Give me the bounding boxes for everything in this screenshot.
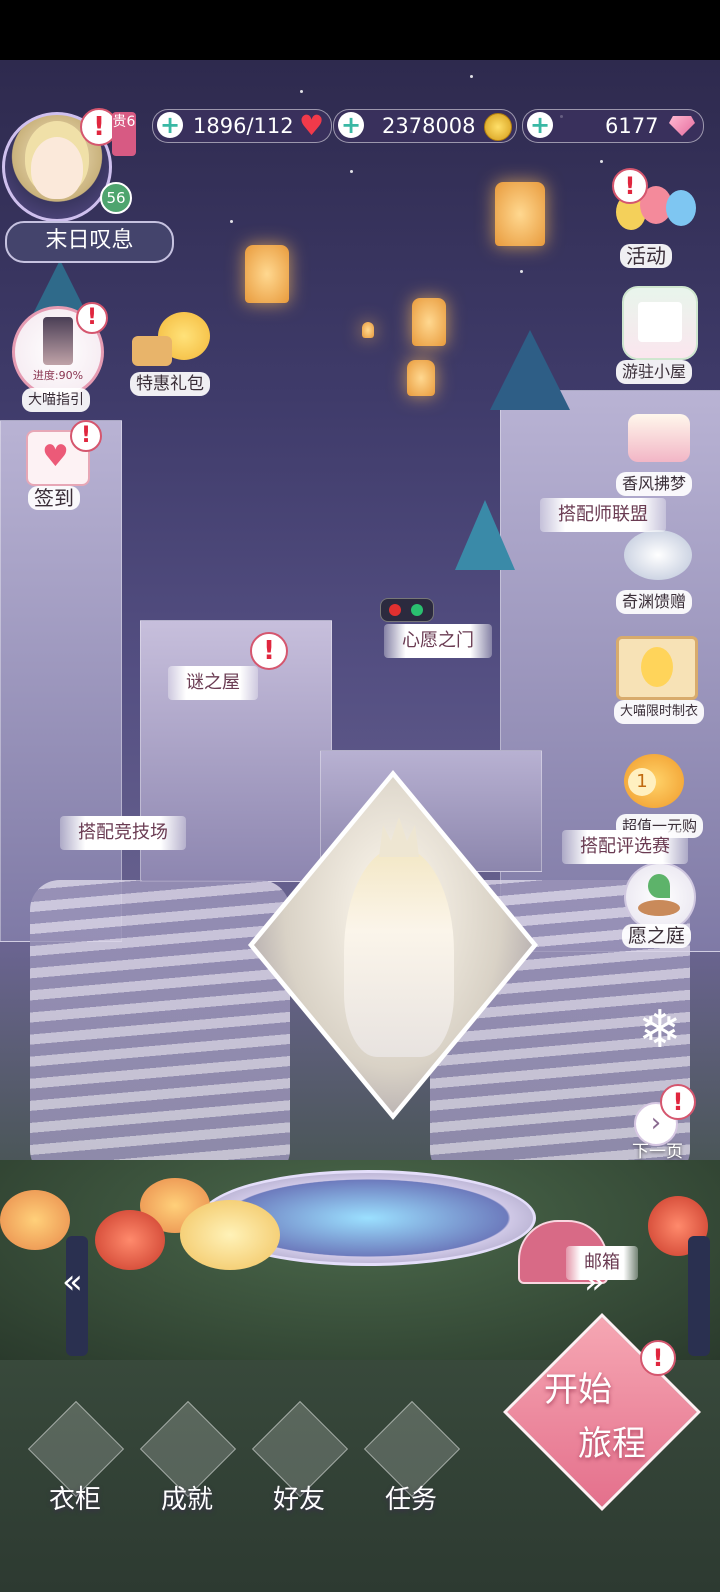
shell-icon [624, 530, 692, 580]
one-yuan-button[interactable]: 1 [614, 746, 694, 814]
nav-tasks-label: 任务 [384, 1485, 437, 1515]
abyss-gift-label: 奇渊馈赠 [616, 590, 693, 614]
level-badge: 56 [100, 182, 132, 214]
cake-icon [628, 414, 690, 462]
snowflake-icon[interactable]: ❄ [630, 1000, 690, 1060]
plus-icon[interactable]: + [157, 112, 183, 138]
nav-friends[interactable]: 好友 [251, 1400, 349, 1525]
lantern [407, 360, 435, 396]
lantern [495, 182, 545, 246]
guide-label: 大喵指引 [22, 388, 90, 412]
cloud-decoration [0, 1190, 70, 1250]
coin-icon [484, 113, 512, 141]
nav-wardrobe[interactable]: 衣柜 [27, 1400, 125, 1525]
alert-icon: ! [70, 420, 102, 452]
activity-label: 活动 [620, 244, 672, 268]
player-name[interactable]: 末日叹息 [5, 221, 174, 263]
one-coin-icon: 1 [628, 768, 656, 796]
gold-bar[interactable]: + 2378008 [333, 109, 517, 143]
gold-value: 2378008 [382, 114, 476, 138]
diamond-icon [669, 116, 695, 136]
character-portrait[interactable] [248, 770, 538, 1120]
plus-icon[interactable]: + [338, 112, 364, 138]
outfit-icon [43, 317, 73, 365]
star [520, 270, 523, 273]
balloon-icon [666, 190, 696, 226]
stamina-value: 1896/112 [193, 114, 294, 138]
alert-icon: ! [640, 1340, 676, 1376]
plus-icon[interactable]: + [527, 112, 553, 138]
scroll-right-icon[interactable]: » [584, 1262, 605, 1302]
alert-icon: ! [76, 302, 108, 334]
start-line2: 旅程 [578, 1424, 646, 1464]
wish-garden-button[interactable] [624, 862, 696, 932]
dream-button[interactable] [616, 398, 702, 468]
star [470, 75, 473, 78]
crown-icon [379, 817, 419, 857]
tower-roof [455, 500, 515, 570]
star [350, 170, 353, 173]
alert-icon: ! [250, 632, 288, 670]
dream-label: 香风拂梦 [616, 472, 693, 496]
wish-garden-label: 愿之庭 [622, 924, 692, 948]
nav-achievement-label: 成就 [160, 1485, 213, 1515]
lantern [245, 245, 289, 303]
gift-pack-label: 特惠礼包 [130, 372, 210, 396]
cabin-label: 游驻小屋 [616, 360, 693, 384]
judging-tag[interactable]: 搭配评选赛 [562, 830, 688, 864]
green-light [411, 604, 423, 616]
card-icon [638, 302, 682, 342]
sprout-icon [648, 874, 670, 898]
alert-icon: ! [660, 1084, 696, 1120]
traffic-light [380, 598, 434, 622]
next-page-label: 下一页 [632, 1142, 683, 1162]
star [230, 220, 233, 223]
stamina-bar[interactable]: + 1896/112 ♥ [152, 109, 332, 143]
diamond-bar[interactable]: + 6177 [522, 109, 704, 143]
heart-icon: ♥ [299, 109, 325, 142]
guide-progress: 进度:90% [32, 369, 84, 382]
soil-icon [638, 900, 680, 916]
start-line1: 开始 [544, 1370, 612, 1410]
gift-pack-button[interactable] [128, 310, 210, 372]
coin-stack-icon [132, 336, 172, 366]
lamp-post [688, 1236, 710, 1356]
portrait-background [254, 777, 532, 1113]
mystery-house-tag[interactable]: 谜之屋 [168, 666, 258, 700]
star [600, 160, 603, 163]
diamond-value: 6177 [605, 114, 659, 138]
stylist-league-tag[interactable]: 搭配师联盟 [540, 498, 666, 532]
wish-gate-tag[interactable]: 心愿之门 [384, 624, 492, 658]
start-diamond [503, 1313, 701, 1511]
red-light [389, 604, 401, 616]
signin-label: 签到 [28, 486, 80, 510]
nav-wardrobe-label: 衣柜 [48, 1485, 101, 1515]
cabin-button[interactable] [622, 286, 698, 360]
nav-friends-label: 好友 [272, 1485, 325, 1515]
character-figure [344, 847, 454, 1057]
chick-icon [641, 647, 673, 687]
lantern [362, 322, 374, 338]
lantern [412, 298, 446, 346]
tailor-button[interactable] [616, 636, 698, 700]
red-flower [95, 1210, 165, 1270]
alert-icon: ! [612, 168, 648, 204]
cloud-decoration [180, 1200, 280, 1270]
tower-roof [490, 330, 570, 410]
star [300, 90, 303, 93]
vip-badge: 贵6 [112, 112, 136, 156]
tailor-label: 大喵限时制衣 [614, 700, 705, 724]
scroll-left-icon[interactable]: « [62, 1262, 83, 1302]
avatar-face [31, 137, 83, 199]
heart-calendar-icon: ♥ [42, 439, 69, 474]
nav-tasks[interactable]: 任务 [363, 1400, 461, 1525]
nav-achievement[interactable]: 成就 [139, 1400, 237, 1525]
arena-tag[interactable]: 搭配竞技场 [60, 816, 186, 850]
status-bar [0, 0, 720, 60]
